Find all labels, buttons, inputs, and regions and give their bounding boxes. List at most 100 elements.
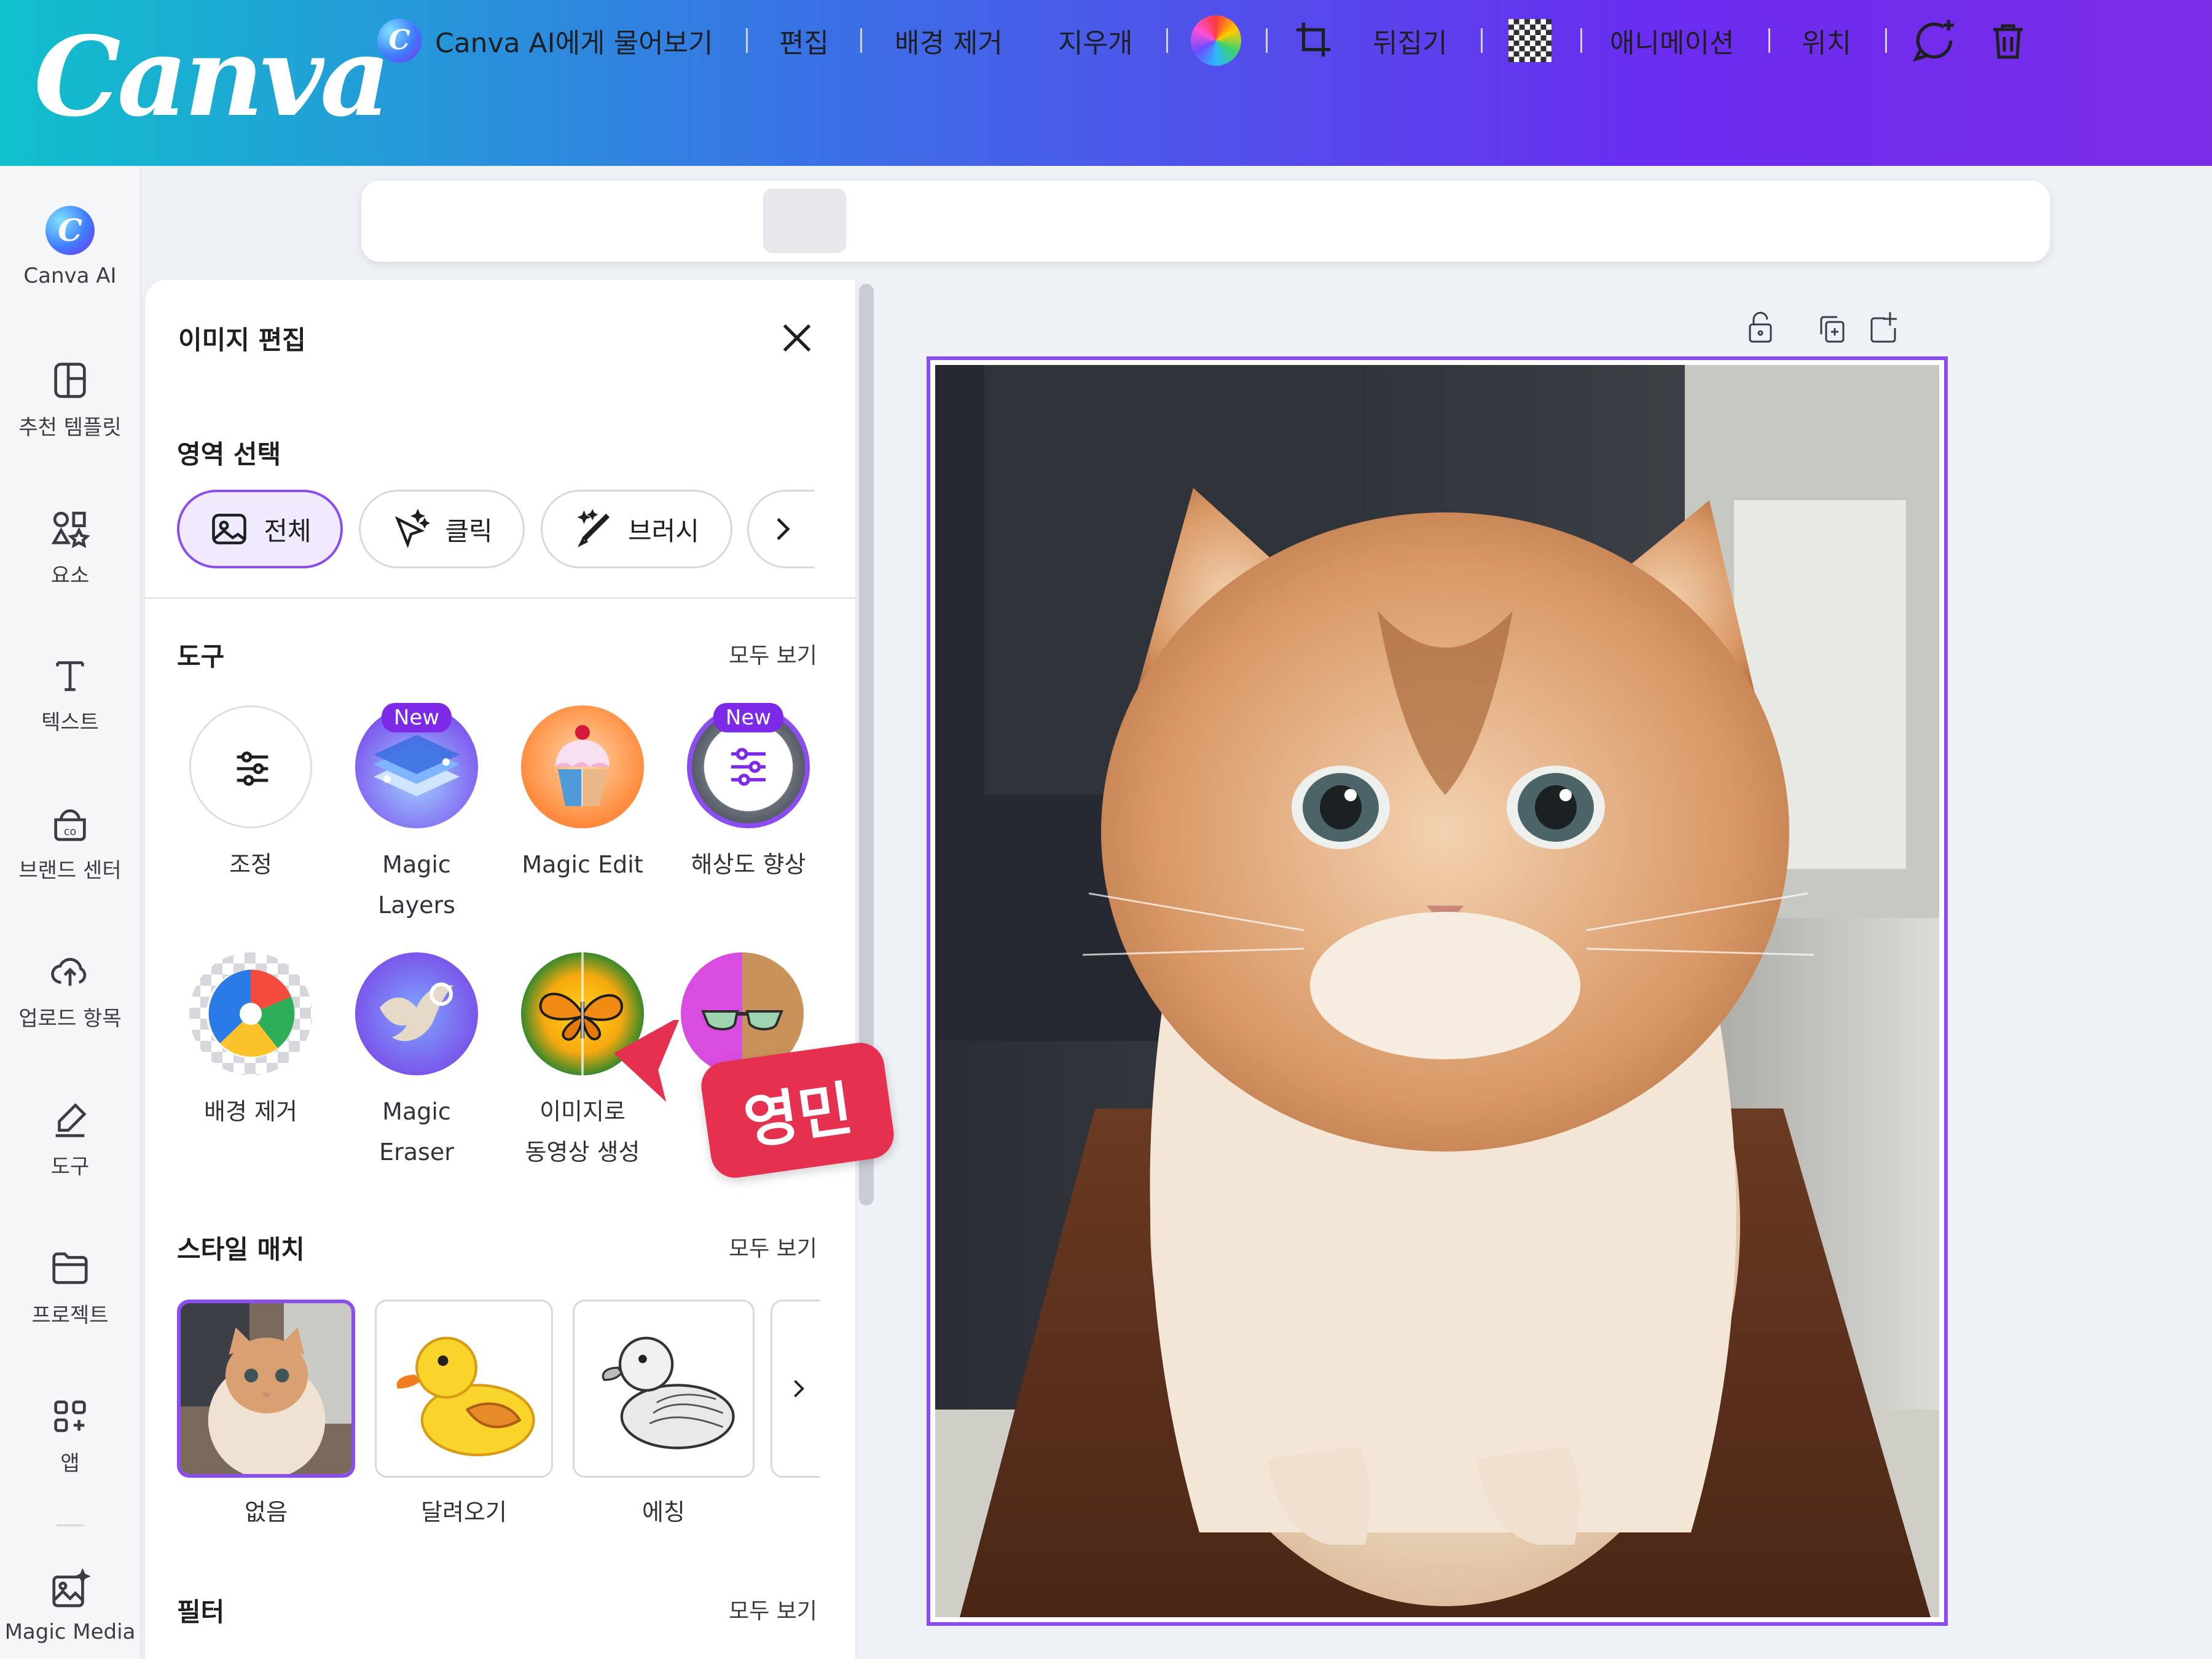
style-see-all-link[interactable]: 모두 보기 xyxy=(729,1231,817,1263)
cat-photo-illustration xyxy=(935,365,1939,1617)
color-button[interactable] xyxy=(1191,0,1241,81)
bg-remove-button[interactable]: 배경 제거 xyxy=(895,0,1003,81)
style-card-dash[interactable] xyxy=(375,1300,553,1478)
tool-label: Magic Eraser xyxy=(379,1098,454,1166)
edit-button[interactable]: 편집 xyxy=(779,0,829,81)
cat-thumbnail xyxy=(181,1303,351,1474)
flip-label: 뒤집기 xyxy=(1373,28,1448,59)
rail-brand[interactable]: co 브랜드 센터 xyxy=(0,802,140,884)
style-card-more[interactable] xyxy=(771,1300,820,1478)
panel-title: 이미지 편집 xyxy=(178,325,306,355)
rail-text[interactable]: 텍스트 xyxy=(0,654,140,735)
image-icon xyxy=(212,514,247,544)
delete-button[interactable] xyxy=(1986,0,2030,81)
rail-label: 요소 xyxy=(50,563,90,588)
animate-label: 애니메이션 xyxy=(1610,28,1735,59)
cat-photo[interactable] xyxy=(935,365,1939,1617)
rail-label: 업로드 항목 xyxy=(18,1006,122,1031)
sliders-icon xyxy=(731,748,766,786)
edit-active-bg xyxy=(763,189,846,253)
svg-text:co: co xyxy=(64,826,76,838)
chevron-right-icon xyxy=(776,518,790,540)
tool-magic-eraser[interactable]: Magic Eraser xyxy=(337,952,496,1172)
rail-uploads[interactable]: 업로드 항목 xyxy=(0,950,140,1032)
ask-ai-label: Canva AI에게 물어보기 xyxy=(435,28,713,59)
rail-divider xyxy=(57,1524,84,1526)
animate-button[interactable]: 애니메이션 xyxy=(1610,0,1734,81)
canva-ai-icon: C xyxy=(377,18,422,63)
toolbar-divider xyxy=(1481,28,1483,53)
add-page-icon[interactable] xyxy=(1870,312,1897,343)
rail-templates[interactable]: 추천 템플릿 xyxy=(0,359,140,441)
rail-projects[interactable]: 프로젝트 xyxy=(0,1247,140,1328)
cupcake-icon xyxy=(555,725,610,806)
beach-ball-icon xyxy=(206,970,295,1058)
rail-apps[interactable]: 앱 xyxy=(0,1395,140,1477)
duck-yellow-icon xyxy=(396,1336,535,1457)
area-click-button[interactable]: 클릭 xyxy=(359,490,525,568)
duck-etching-icon xyxy=(602,1336,735,1449)
tool-bg-remove[interactable]: 배경 제거 xyxy=(171,952,331,1132)
transparency-button[interactable] xyxy=(1508,0,1551,81)
tool-label: Magic Edit xyxy=(522,851,643,878)
filter-see-all-link[interactable]: 모두 보기 xyxy=(729,1593,817,1625)
rail-magic-media[interactable]: Magic Media xyxy=(0,1568,140,1644)
magic-brush-icon xyxy=(577,509,610,547)
ask-canva-ai-button[interactable]: C Canva AI에게 물어보기 xyxy=(377,0,713,81)
shapes-icon xyxy=(51,511,90,549)
eraser-button[interactable]: 지우개 xyxy=(1058,0,1132,81)
tool-label: Magic Layers xyxy=(378,851,455,919)
comment-add-icon xyxy=(1912,20,1954,62)
style-label-etching: 에칭 xyxy=(642,1499,685,1526)
lock-icon[interactable] xyxy=(1749,312,1772,343)
brand-kit-icon: co xyxy=(54,809,86,841)
position-button[interactable]: 위치 xyxy=(1802,0,1851,81)
rail-canva-ai[interactable]: C Canva AI xyxy=(0,206,140,288)
new-badge: New xyxy=(713,703,784,732)
tool-label: 해상도 향상 xyxy=(691,851,806,878)
transparency-icon xyxy=(1508,19,1551,62)
flip-button[interactable]: 뒤집기 xyxy=(1373,0,1447,81)
edit-label: 편집 xyxy=(779,28,829,59)
rail-label: 앱 xyxy=(60,1451,80,1476)
tool-adjust[interactable]: 조정 xyxy=(171,705,331,885)
style-card-none[interactable] xyxy=(177,1300,355,1478)
rail-label: 브랜드 센터 xyxy=(18,858,122,883)
rail-label: 도구 xyxy=(50,1155,90,1179)
area-all-button[interactable]: 전체 xyxy=(177,490,343,568)
toolbar-divider xyxy=(1768,28,1770,53)
rail-elements[interactable]: 요소 xyxy=(0,507,140,589)
toolbar-divider xyxy=(1166,28,1168,53)
toolbar-divider xyxy=(746,28,748,53)
style-card-etching[interactable] xyxy=(573,1300,755,1478)
tool-upscale[interactable]: New 해상도 향상 xyxy=(669,703,828,885)
bg-remove-thumb xyxy=(189,952,312,1075)
rail-label: 텍스트 xyxy=(41,710,99,735)
bird-icon xyxy=(380,982,453,1041)
chevron-right-icon xyxy=(794,1379,804,1398)
trash-icon xyxy=(1993,24,2023,59)
style-label-dash: 달려오기 xyxy=(421,1499,507,1526)
area-brush-label: 브러시 xyxy=(628,516,699,546)
style-label-none: 없음 xyxy=(245,1499,288,1526)
duplicate-icon[interactable] xyxy=(1820,316,1845,343)
magic-edit-thumb xyxy=(521,705,644,828)
rail-label: Magic Media xyxy=(4,1620,136,1644)
sliders-icon xyxy=(237,751,269,786)
rail-tools[interactable]: 도구 xyxy=(0,1098,140,1180)
tool-magic-edit[interactable]: Magic Edit xyxy=(503,705,662,885)
apps-grid-icon xyxy=(54,1400,86,1432)
magic-media-icon xyxy=(52,1568,91,1607)
close-icon[interactable] xyxy=(775,316,818,359)
area-brush-button[interactable]: 브러시 xyxy=(541,490,732,568)
pen-tool-icon xyxy=(55,1103,87,1137)
crop-button[interactable] xyxy=(1293,0,1336,81)
canva-logo: Canva xyxy=(34,12,391,141)
cloud-upload-icon xyxy=(51,958,87,986)
comment-button[interactable] xyxy=(1910,0,1959,81)
area-click-label: 클릭 xyxy=(445,516,493,546)
tool-magic-layers[interactable]: New Magic Layers xyxy=(337,703,496,925)
cursor-pointer-icon xyxy=(614,1020,681,1102)
context-toolbar xyxy=(361,181,2050,262)
tools-see-all-link[interactable]: 모두 보기 xyxy=(729,638,817,670)
